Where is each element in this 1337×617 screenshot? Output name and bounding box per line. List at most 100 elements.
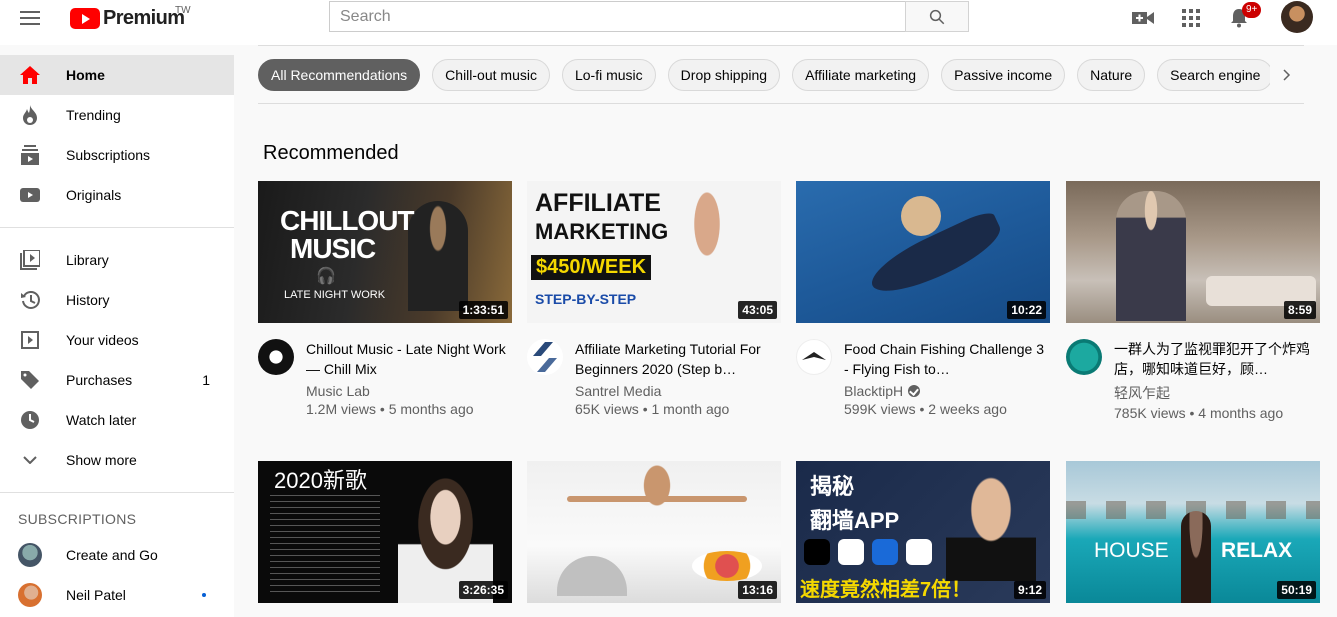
subscriptions-icon	[20, 145, 40, 165]
video-card: HOUSE RELAX 50:19	[1066, 461, 1320, 603]
app-icon	[804, 539, 830, 565]
chip-affiliate-marketing[interactable]: Affiliate marketing	[792, 58, 930, 91]
notification-badge: 9+	[1242, 2, 1262, 18]
video-thumbnail[interactable]: 揭秘 翻墙APP 速度竟然相差7倍！ 9:12	[796, 461, 1050, 603]
video-card: 10:22 Food Chain Fishing Challenge 3 - F…	[796, 181, 1050, 417]
channel-avatar[interactable]	[1066, 339, 1102, 375]
chip-nature[interactable]: Nature	[1077, 58, 1146, 91]
thumbnail-person	[667, 191, 747, 323]
history-icon	[20, 290, 40, 310]
channel-name[interactable]: 轻风乍起	[1114, 383, 1320, 403]
video-stats: 65K views • 1 month ago	[575, 401, 730, 417]
video-thumbnail[interactable]: CHILLOUT MUSIC 🎧 LATE NIGHT WORK 1:33:51	[258, 181, 512, 323]
sidebar-item-watch-later[interactable]: Watch later	[0, 400, 234, 440]
video-title[interactable]: Chillout Music - Late Night Work — Chill…	[306, 339, 512, 379]
top-bar: Premium TW 9+	[0, 0, 1337, 45]
app-icon	[838, 539, 864, 565]
chips-next-button[interactable]	[1270, 59, 1304, 91]
channel-avatar	[18, 543, 42, 567]
video-stats: 785K views • 4 months ago	[1114, 405, 1284, 421]
create-video-icon[interactable]	[1131, 6, 1155, 30]
chip-passive-income[interactable]: Passive income	[941, 58, 1066, 91]
sidebar-item-label: Your videos	[66, 332, 139, 348]
video-thumbnail[interactable]: 10:22	[796, 181, 1050, 323]
channel-avatar[interactable]	[258, 339, 294, 375]
chip-search-engine[interactable]: Search engine	[1157, 58, 1274, 91]
sidebar-item-label: Library	[66, 252, 109, 268]
search-input[interactable]	[329, 1, 905, 32]
sidebar: Home Trending Subscriptions Originals Li…	[0, 55, 234, 617]
video-thumbnail[interactable]: 8:59	[1066, 181, 1320, 323]
filter-chip-bar: All Recommendations Chill-out music Lo-f…	[258, 45, 1304, 104]
video-thumbnail[interactable]: HOUSE RELAX 50:19	[1066, 461, 1320, 603]
search-button[interactable]	[905, 1, 969, 32]
headphones-icon: 🎧	[316, 268, 336, 285]
search-box	[329, 1, 969, 32]
home-icon	[20, 65, 40, 85]
subscriptions-header: SUBSCRIPTIONS	[18, 511, 137, 527]
main-content: All Recommendations Chill-out music Lo-f…	[234, 45, 1337, 617]
chevron-right-icon	[1283, 69, 1291, 81]
verified-badge-icon	[908, 385, 921, 397]
chip-chill-out-music[interactable]: Chill-out music	[432, 58, 550, 91]
thumb-text-4: STEP-BY-STEP	[535, 291, 637, 307]
video-thumbnail[interactable]: 13:16	[527, 461, 781, 603]
video-card: 8:59 一群人为了监视罪犯开了个炸鸡店，哪知味道巨好，顾… 轻风乍起 785K…	[1066, 181, 1320, 421]
sidebar-divider	[0, 492, 234, 493]
thumbnail-person	[901, 196, 941, 236]
sidebar-item-originals[interactable]: Originals	[0, 175, 234, 215]
channel-name[interactable]: Music Lab	[306, 383, 512, 399]
subscription-label: Create and Go	[66, 547, 158, 563]
your-videos-icon	[20, 330, 40, 350]
sidebar-item-label: Subscriptions	[66, 147, 151, 163]
video-duration: 43:05	[738, 301, 777, 319]
video-card: 揭秘 翻墙APP 速度竟然相差7倍！ 9:12	[796, 461, 1050, 603]
video-stats: 599K views • 2 weeks ago	[844, 401, 1007, 417]
sidebar-item-your-videos[interactable]: Your videos	[0, 320, 234, 360]
logo-text: Premium	[103, 6, 185, 29]
chip-drop-shipping[interactable]: Drop shipping	[667, 58, 781, 91]
video-title[interactable]: 一群人为了监视罪犯开了个炸鸡店，哪知味道巨好，顾…	[1114, 339, 1320, 379]
sidebar-item-trending[interactable]: Trending	[0, 95, 234, 135]
thumb-text-1: 2020新歌	[274, 468, 367, 493]
purchases-count: 1	[202, 372, 210, 388]
video-title[interactable]: Affiliate Marketing Tutorial For Beginne…	[575, 339, 781, 379]
sidebar-subscription-neil-patel[interactable]: Neil Patel	[0, 575, 234, 615]
menu-icon[interactable]	[20, 11, 40, 25]
sidebar-item-label: Originals	[66, 187, 122, 203]
apps-grid-icon[interactable]	[1179, 6, 1203, 30]
youtube-premium-logo[interactable]: Premium	[70, 6, 185, 30]
video-duration: 1:33:51	[458, 301, 508, 319]
thumbnail-person	[946, 471, 1036, 581]
sidebar-item-history[interactable]: History	[0, 280, 234, 320]
channel-name-row[interactable]: BlacktipH	[844, 383, 1050, 399]
sidebar-item-purchases[interactable]: Purchases 1	[0, 360, 234, 400]
chip-lo-fi-music[interactable]: Lo-fi music	[561, 58, 656, 91]
video-stats: 1.2M views • 5 months ago	[306, 401, 474, 417]
sidebar-subscription-create-and-go[interactable]: Create and Go	[0, 535, 234, 575]
chevron-down-icon	[20, 450, 40, 470]
channel-avatar[interactable]	[796, 339, 832, 375]
sidebar-item-library[interactable]: Library	[0, 240, 234, 280]
thumbnail-person	[408, 201, 468, 311]
thumb-text-2: MARKETING	[535, 219, 669, 244]
video-card: CHILLOUT MUSIC 🎧 LATE NIGHT WORK 1:33:51…	[258, 181, 512, 417]
sidebar-item-label: Home	[66, 67, 105, 83]
sidebar-item-show-more[interactable]: Show more	[0, 440, 234, 480]
channel-avatar[interactable]	[527, 339, 563, 375]
account-avatar[interactable]	[1281, 1, 1313, 33]
sidebar-item-label: Purchases	[66, 372, 133, 388]
chip-all-recommendations[interactable]: All Recommendations	[258, 58, 421, 91]
sidebar-item-label: Trending	[66, 107, 121, 123]
thumbnail-person	[1116, 191, 1186, 321]
video-thumbnail[interactable]: 2020新歌 3:26:35	[258, 461, 512, 603]
sidebar-divider	[0, 227, 234, 228]
video-thumbnail[interactable]: AFFILIATE MARKETING $450/WEEK STEP-BY-ST…	[527, 181, 781, 323]
library-icon	[20, 250, 40, 270]
sidebar-item-subscriptions[interactable]: Subscriptions	[0, 135, 234, 175]
video-title[interactable]: Food Chain Fishing Challenge 3 - Flying …	[844, 339, 1050, 379]
thumbnail-cloche	[557, 556, 627, 596]
sidebar-item-home[interactable]: Home	[0, 55, 234, 95]
channel-name[interactable]: Santrel Media	[575, 383, 781, 399]
region-label: TW	[175, 5, 191, 16]
